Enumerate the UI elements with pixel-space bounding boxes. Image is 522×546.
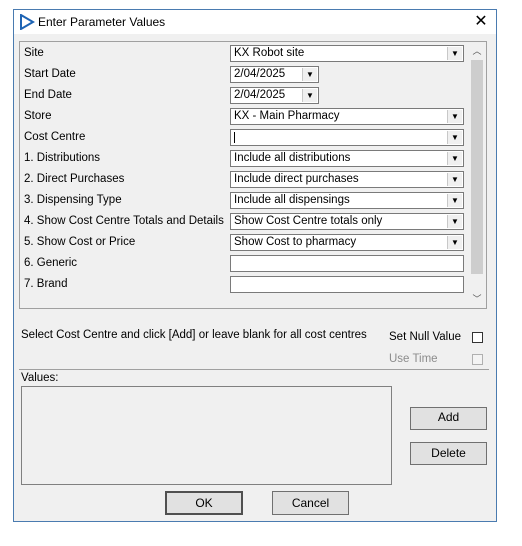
param-label: 7. Brand (24, 278, 68, 290)
param-label: Site (24, 47, 44, 59)
direct-purchases-combo[interactable]: Include direct purchases ▼ (230, 171, 464, 188)
param-row-site: Site KX Robot site ▼ (20, 44, 470, 65)
values-label: Values: (21, 372, 59, 384)
chevron-down-icon[interactable]: ﹀ (469, 291, 485, 307)
param-row-direct-purchases: 2. Direct Purchases Include direct purch… (20, 170, 470, 191)
store-combo[interactable]: KX - Main Pharmacy ▼ (230, 108, 464, 125)
divider (19, 369, 489, 370)
param-row-dispensing-type: 3. Dispensing Type Include all dispensin… (20, 191, 470, 212)
add-button-label: Add (437, 410, 460, 424)
site-combo[interactable]: KX Robot site ▼ (230, 45, 464, 62)
dispensing-type-combo[interactable]: Include all dispensings ▼ (230, 192, 464, 209)
date-value: 2/04/2025 (234, 89, 286, 101)
param-label: Start Date (24, 68, 76, 80)
combo-value: Show Cost to pharmacy (234, 236, 357, 248)
chevron-down-icon[interactable]: ▼ (447, 110, 462, 123)
param-row-start-date: Start Date 2/04/2025 ▼ (20, 65, 470, 86)
hint-text: Select Cost Centre and click [Add] or le… (21, 329, 367, 341)
use-time-label: Use Time (389, 353, 438, 365)
cancel-button[interactable]: Cancel (272, 491, 349, 515)
set-null-label: Set Null Value (389, 331, 462, 343)
chevron-down-icon[interactable]: ▼ (447, 47, 462, 60)
param-label: 4. Show Cost Centre Totals and Details (24, 215, 224, 227)
cancel-button-label: Cancel (291, 496, 330, 510)
param-row-store: Store KX - Main Pharmacy ▼ (20, 107, 470, 128)
combo-value: Show Cost Centre totals only (234, 215, 383, 227)
generic-field[interactable] (230, 255, 464, 272)
chevron-down-icon[interactable]: ▼ (447, 236, 462, 249)
param-label: 2. Direct Purchases (24, 173, 125, 185)
param-row-cost-centre-totals: 4. Show Cost Centre Totals and Details S… (20, 212, 470, 233)
start-date-picker[interactable]: 2/04/2025 ▼ (230, 66, 319, 83)
combo-value: Include all distributions (234, 152, 351, 164)
chevron-down-icon[interactable]: ▼ (447, 173, 462, 186)
combo-value: Include direct purchases (234, 173, 359, 185)
parameter-panel: Site KX Robot site ▼ Start Date 2/04/202… (19, 41, 487, 309)
param-row-distributions: 1. Distributions Include all distributio… (20, 149, 470, 170)
values-list[interactable] (21, 386, 392, 485)
combo-value: Include all dispensings (234, 194, 350, 206)
param-row-cost-centre: Cost Centre ▼ (20, 128, 470, 149)
brand-field[interactable] (230, 276, 464, 293)
param-label: Cost Centre (24, 131, 86, 143)
text-cursor (234, 132, 235, 143)
ok-button[interactable]: OK (165, 491, 243, 515)
delete-button-label: Delete (431, 446, 466, 460)
vertical-scrollbar[interactable]: ︿ ﹀ (469, 43, 485, 307)
param-label: 6. Generic (24, 257, 78, 269)
distributions-combo[interactable]: Include all distributions ▼ (230, 150, 464, 167)
use-time-checkbox (472, 354, 483, 365)
close-button[interactable]: ✕ (472, 13, 490, 31)
chevron-down-icon[interactable]: ▼ (447, 152, 462, 165)
delete-button[interactable]: Delete (410, 442, 487, 465)
window-title: Enter Parameter Values (38, 15, 166, 29)
chevron-down-icon[interactable]: ▼ (302, 68, 317, 81)
dialog: Enter Parameter Values ✕ Site KX Robot s… (13, 9, 497, 522)
title-bar: Enter Parameter Values ✕ (14, 10, 496, 34)
ok-button-label: OK (195, 496, 213, 510)
param-label: Store (24, 110, 52, 122)
combo-value: KX Robot site (234, 47, 305, 59)
param-row-cost-or-price: 5. Show Cost or Price Show Cost to pharm… (20, 233, 470, 254)
param-row-end-date: End Date 2/04/2025 ▼ (20, 86, 470, 107)
param-label: End Date (24, 89, 72, 101)
param-label: 1. Distributions (24, 152, 101, 164)
cost-centre-totals-combo[interactable]: Show Cost Centre totals only ▼ (230, 213, 464, 230)
end-date-picker[interactable]: 2/04/2025 ▼ (230, 87, 319, 104)
app-logo-icon (20, 14, 35, 30)
combo-value: KX - Main Pharmacy (234, 110, 340, 122)
scroll-thumb[interactable] (471, 60, 483, 274)
set-null-checkbox[interactable] (472, 332, 483, 343)
chevron-down-icon[interactable]: ▼ (447, 215, 462, 228)
param-row-brand: 7. Brand (20, 275, 470, 296)
param-label: 3. Dispensing Type (24, 194, 122, 206)
add-button[interactable]: Add (410, 407, 487, 430)
cost-or-price-combo[interactable]: Show Cost to pharmacy ▼ (230, 234, 464, 251)
param-label: 5. Show Cost or Price (24, 236, 136, 248)
cost-centre-combo[interactable]: ▼ (230, 129, 464, 146)
date-value: 2/04/2025 (234, 68, 286, 80)
chevron-up-icon[interactable]: ︿ (469, 43, 485, 59)
param-row-generic: 6. Generic (20, 254, 470, 275)
chevron-down-icon[interactable]: ▼ (447, 131, 462, 144)
chevron-down-icon[interactable]: ▼ (447, 194, 462, 207)
chevron-down-icon[interactable]: ▼ (302, 89, 317, 102)
